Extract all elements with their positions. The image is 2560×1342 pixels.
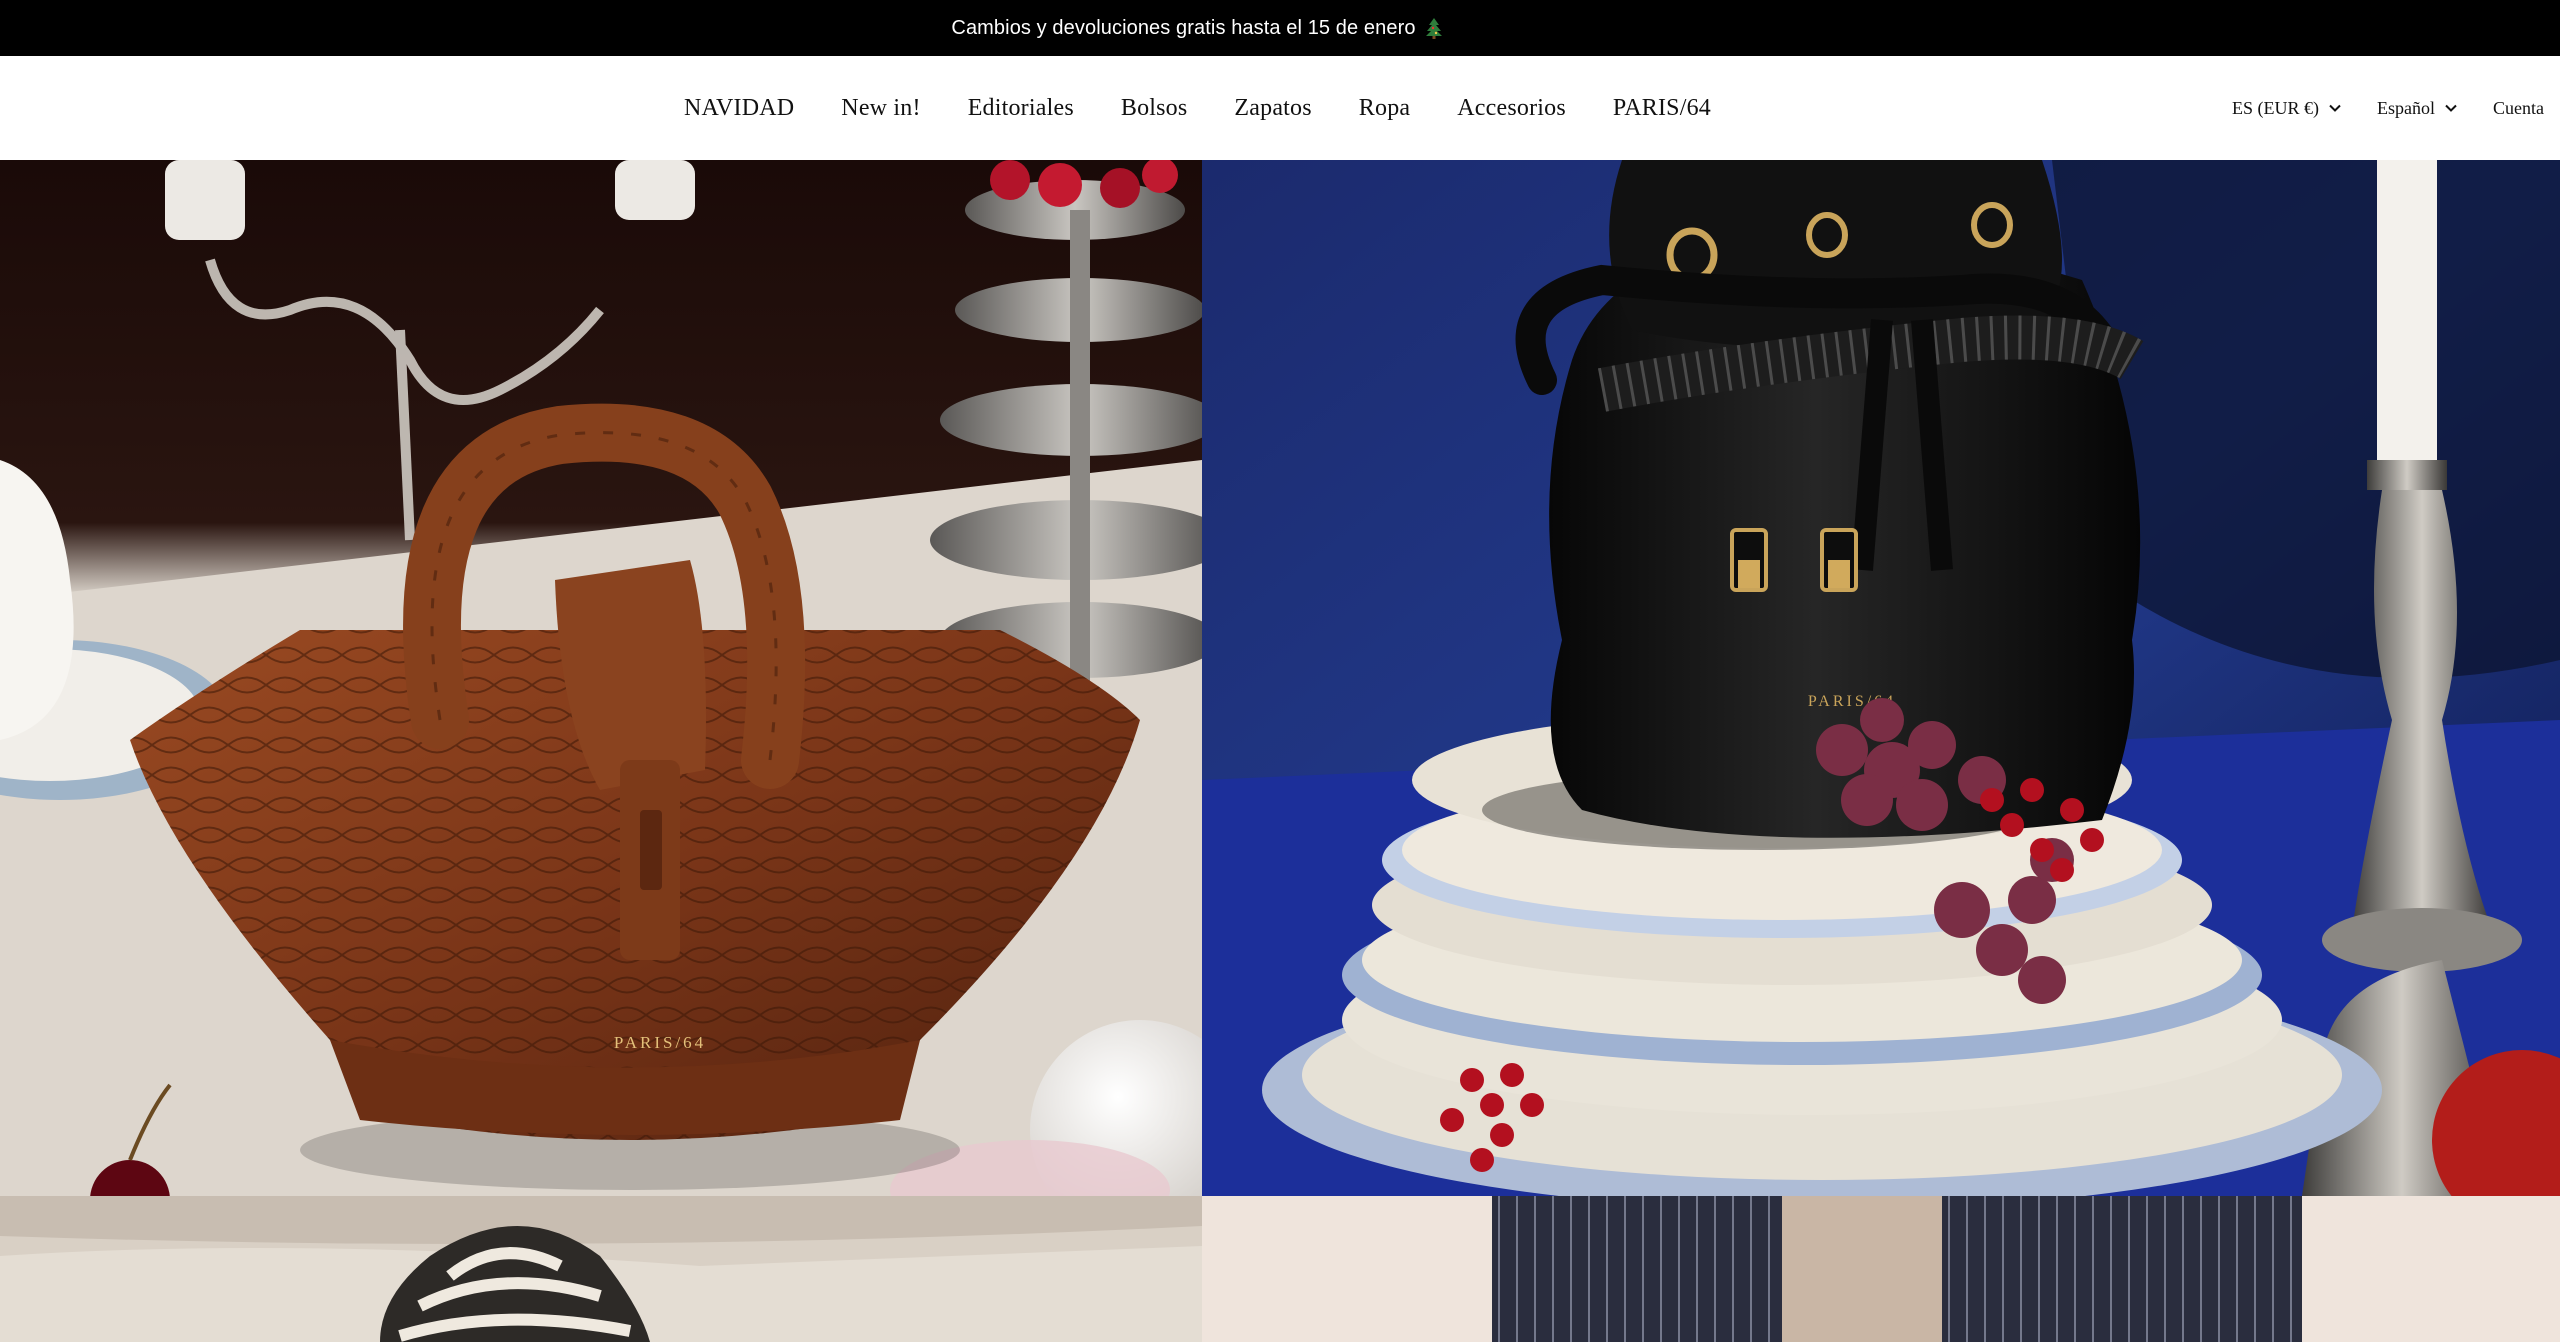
header-utilities: ES (EUR €) Español Cuenta xyxy=(2232,56,2544,160)
chevron-down-icon xyxy=(2445,104,2457,112)
hero-tile-black-bag[interactable]: PARIS/64 xyxy=(1202,160,2560,1196)
nav-item-zapatos[interactable]: Zapatos xyxy=(1234,95,1311,122)
zebra-shoe-image xyxy=(0,1196,1202,1342)
language-selector[interactable]: Español xyxy=(2377,98,2457,119)
language-label: Español xyxy=(2377,97,2435,118)
hero-tile-brown-bag[interactable]: PARIS/64 xyxy=(0,160,1202,1196)
announcement-text: Cambios y devoluciones gratis hasta el 1… xyxy=(951,16,1416,39)
chevron-down-icon xyxy=(2329,104,2341,112)
nav-item-paris64[interactable]: PARIS/64 xyxy=(1613,95,1711,122)
currency-label: ES (EUR €) xyxy=(2232,97,2319,118)
hero-tile-pinstripe-trousers[interactable] xyxy=(1202,1196,2560,1342)
currency-selector[interactable]: ES (EUR €) xyxy=(2232,98,2341,119)
account-link[interactable]: Cuenta xyxy=(2493,98,2544,119)
nav-item-navidad[interactable]: NAVIDAD xyxy=(684,95,794,122)
nav-item-accesorios[interactable]: Accesorios xyxy=(1457,95,1566,122)
hero-tile-zebra-shoe[interactable] xyxy=(0,1196,1202,1342)
announcement-bar: Cambios y devoluciones gratis hasta el 1… xyxy=(0,0,2560,56)
nav-item-ropa[interactable]: Ropa xyxy=(1359,95,1410,122)
left-brand-stamp: PARIS/64 xyxy=(614,1033,706,1052)
brown-bag-image: PARIS/64 xyxy=(0,160,1202,1196)
main-navigation: NAVIDAD New in! Editoriales Bolsos Zapat… xyxy=(0,56,2395,160)
christmas-tree-icon xyxy=(1424,17,1444,39)
nav-item-editoriales[interactable]: Editoriales xyxy=(968,95,1074,122)
nav-item-new-in[interactable]: New in! xyxy=(841,95,920,122)
nav-item-bolsos[interactable]: Bolsos xyxy=(1121,95,1188,122)
site-header: NAVIDAD New in! Editoriales Bolsos Zapat… xyxy=(0,56,2560,160)
pinstripe-trousers-image xyxy=(1202,1196,2560,1342)
black-bag-image: PARIS/64 xyxy=(1202,160,2560,1196)
